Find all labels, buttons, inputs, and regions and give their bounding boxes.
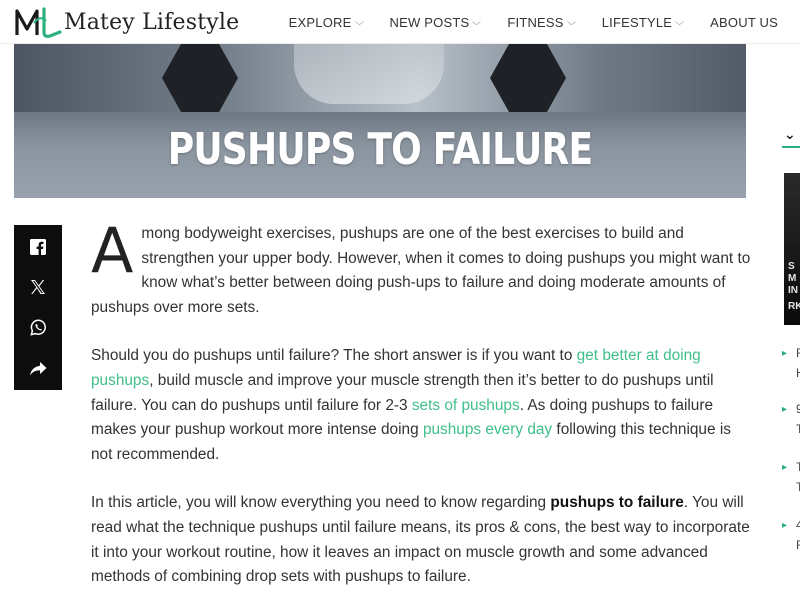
share-x-button[interactable]: [14, 266, 62, 307]
nav-item-label: NEW POSTS: [389, 14, 470, 30]
nav-item-explore[interactable]: EXPLORE ⌵: [288, 14, 364, 30]
main-nav: EXPLORE ⌵ NEW POSTS ⌵ FITNESS ⌵ LIFESTYL…: [289, 0, 778, 44]
chevron-down-icon: ⌵: [354, 16, 364, 27]
share-bar: [14, 225, 62, 390]
sidebar-post-link[interactable]: ▸ 4 F: [782, 518, 800, 562]
site-header: Matey Lifestyle EXPLORE ⌵ NEW POSTS ⌵ FI…: [0, 0, 800, 44]
nav-item-label: FITNESS: [507, 14, 564, 30]
article-body: Among bodyweight exercises, pushups are …: [91, 214, 751, 600]
share-icon: [30, 361, 47, 375]
article-paragraph: In this article, you will know everythin…: [91, 491, 751, 589]
chevron-down-icon: ⌵: [566, 16, 576, 27]
thumb-letter: M: [788, 273, 797, 284]
sidebar-post-text: F: [796, 346, 800, 360]
nav-item-new-posts[interactable]: NEW POSTS ⌵: [389, 14, 482, 30]
chevron-down-icon: ⌵: [472, 16, 482, 27]
sidebar-post-link[interactable]: ▸ T T: [782, 460, 800, 504]
article-paragraph: Should you do pushups until failure? The…: [91, 344, 751, 467]
arrow-right-icon: ▸: [782, 520, 788, 531]
site-logo[interactable]: Matey Lifestyle: [14, 5, 239, 39]
nav-item-fitness[interactable]: FITNESS ⌵: [507, 14, 576, 30]
sidebar-post-text: 9: [796, 402, 800, 416]
x-icon: [31, 279, 45, 294]
drop-cap: A: [91, 214, 134, 287]
sidebar: ⌄ S M IN RK ▸ F H ▸ 9 T ▸ T T ▸ 4 F: [780, 118, 800, 600]
logo-ml-icon: [15, 7, 62, 38]
sidebar-post-text: T: [796, 460, 800, 474]
sidebar-thumbnail[interactable]: S M IN RK: [784, 173, 800, 325]
sidebar-post-text: T: [796, 422, 800, 436]
bold-keyword: pushups to failure: [550, 494, 684, 512]
sidebar-post-text: 4: [796, 518, 800, 532]
nav-item-lifestyle[interactable]: LIFESTYLE ⌵: [601, 14, 685, 30]
arrow-right-icon: ▸: [782, 404, 788, 415]
facebook-icon: [30, 238, 46, 255]
sidebar-post-text: T: [796, 480, 800, 494]
paragraph-text: In this article, you will know everythin…: [91, 494, 551, 512]
share-whatsapp-button[interactable]: [14, 307, 62, 348]
thumb-letter: S: [788, 261, 795, 272]
hero-image: PUSHUPS TO FAILURE: [14, 44, 746, 198]
arrow-right-icon: ▸: [782, 348, 788, 359]
chevron-down-icon: ⌵: [675, 16, 685, 27]
nav-item-label: ABOUT US: [710, 14, 778, 30]
nav-item-label: EXPLORE: [288, 14, 352, 30]
link-pushups-every-day[interactable]: pushups every day: [423, 421, 552, 438]
nav-item-about-us[interactable]: ABOUT US: [710, 15, 778, 30]
hero-hands: [294, 44, 444, 104]
article-paragraph: Among bodyweight exercises, pushups are …: [91, 214, 751, 320]
sidebar-post-link[interactable]: ▸ 9 T: [782, 402, 800, 446]
nav-item-label: LIFESTYLE: [601, 14, 673, 30]
paragraph-text: Should you do pushups until failure? The…: [91, 347, 577, 365]
page-title: PUSHUPS TO FAILURE: [167, 124, 593, 175]
thumb-letter: IN: [788, 285, 798, 296]
site-name: Matey Lifestyle: [64, 9, 240, 35]
sidebar-underline: [782, 146, 800, 148]
share-facebook-button[interactable]: [14, 225, 62, 266]
arrow-right-icon: ▸: [782, 462, 788, 473]
whatsapp-icon: [29, 319, 46, 336]
thumb-letter: RK: [788, 301, 800, 312]
share-more-button[interactable]: [14, 348, 62, 389]
paragraph-text: mong bodyweight exercises, pushups are o…: [91, 225, 751, 316]
sidebar-chevron-icon[interactable]: ⌄: [784, 126, 796, 143]
sidebar-post-text: H: [796, 366, 800, 380]
link-sets-of-pushups[interactable]: sets of pushups: [412, 397, 520, 414]
sidebar-post-link[interactable]: ▸ F H: [782, 346, 800, 390]
sidebar-post-text: F: [796, 538, 800, 552]
